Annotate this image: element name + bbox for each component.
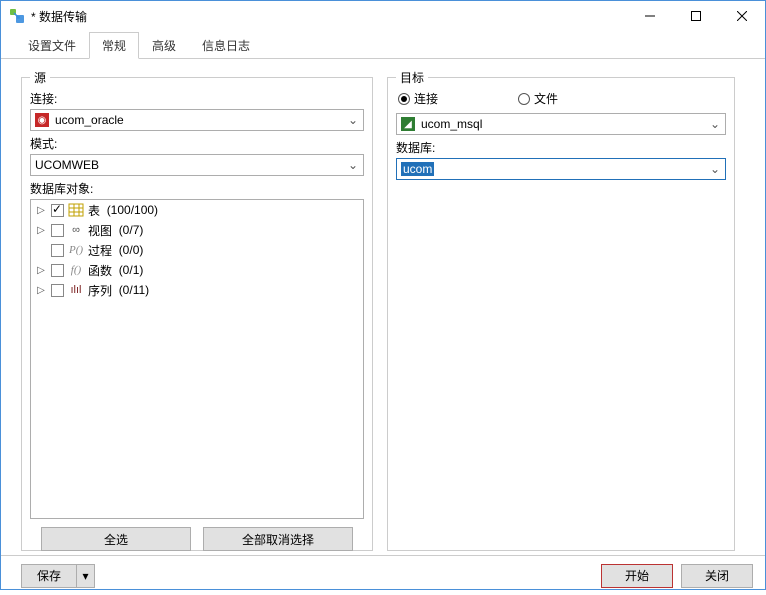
source-schema-value: UCOMWEB — [35, 158, 99, 172]
target-connection-combo[interactable]: ◢ ucom_msql ⌄ — [396, 113, 726, 135]
target-database-value: ucom — [401, 162, 434, 176]
target-database-combo[interactable]: ucom ⌄ — [396, 158, 726, 180]
tree-node-views[interactable]: ▷ ∞ 视图 (0/7) — [31, 220, 363, 240]
chevron-down-icon: ▾ — [82, 569, 88, 583]
radio-label: 文件 — [534, 90, 558, 107]
tree-node-count: (0/1) — [119, 263, 144, 277]
save-button[interactable]: 保存 — [21, 564, 77, 588]
maximize-button[interactable] — [673, 1, 719, 31]
mssql-icon: ◢ — [401, 117, 415, 131]
tab-advanced[interactable]: 高级 — [139, 32, 189, 59]
table-icon — [68, 203, 84, 217]
chevron-down-icon: ⌄ — [343, 113, 363, 127]
source-objects-label: 数据库对象: — [30, 180, 364, 197]
target-connection-value: ucom_msql — [421, 117, 482, 131]
tree-node-tables[interactable]: ▷ 表 (100/100) — [31, 200, 363, 220]
target-mode-connection[interactable]: 连接 — [398, 90, 438, 107]
tree-node-count: (0/0) — [119, 243, 144, 257]
close-button[interactable] — [719, 1, 765, 31]
target-group-title: 目标 — [396, 69, 428, 86]
tree-node-label: 表 — [88, 202, 100, 219]
view-icon: ∞ — [68, 223, 84, 237]
source-connection-label: 连接: — [30, 90, 364, 107]
target-group: 目标 连接 文件 ◢ ucom_msql ⌄ 数据库: ucom ⌄ — [387, 77, 735, 551]
source-connection-value: ucom_oracle — [55, 113, 124, 127]
radio-icon — [518, 93, 530, 105]
source-group-title: 源 — [30, 69, 50, 86]
tab-general[interactable]: 常规 — [89, 32, 139, 59]
target-database-label: 数据库: — [396, 139, 726, 156]
expand-icon[interactable]: ▷ — [35, 285, 47, 296]
oracle-icon: ◉ — [35, 113, 49, 127]
save-dropdown-button[interactable]: ▾ — [77, 564, 95, 588]
title-bar: * 数据传输 — [1, 1, 765, 31]
deselect-all-button[interactable]: 全部取消选择 — [203, 527, 353, 551]
tree-node-count: (0/7) — [119, 223, 144, 237]
source-group: 源 连接: ◉ ucom_oracle ⌄ 模式: UCOMWEB ⌄ 数据库对… — [21, 77, 373, 551]
select-all-button[interactable]: 全选 — [41, 527, 191, 551]
target-mode-file[interactable]: 文件 — [518, 90, 558, 107]
objects-tree[interactable]: ▷ 表 (100/100) ▷ ∞ 视图 (0/7) P() 过程 — [30, 199, 364, 519]
expand-icon[interactable] — [35, 245, 47, 256]
tabs: 设置文件 常规 高级 信息日志 — [1, 31, 765, 59]
tree-node-functions[interactable]: ▷ f() 函数 (0/1) — [31, 260, 363, 280]
source-schema-combo[interactable]: UCOMWEB ⌄ — [30, 154, 364, 176]
tree-node-label: 函数 — [88, 262, 112, 279]
tree-node-label: 序列 — [88, 282, 112, 299]
minimize-button[interactable] — [627, 1, 673, 31]
tree-node-sequences[interactable]: ▷ ılıl 序列 (0/11) — [31, 280, 363, 300]
tree-node-count: (0/11) — [119, 283, 149, 297]
footer: 保存 ▾ 开始 关闭 — [1, 555, 765, 595]
expand-icon[interactable]: ▷ — [35, 225, 47, 236]
source-connection-combo[interactable]: ◉ ucom_oracle ⌄ — [30, 109, 364, 131]
sequence-icon: ılıl — [68, 283, 84, 297]
checkbox[interactable] — [51, 224, 64, 237]
tab-log[interactable]: 信息日志 — [189, 32, 263, 59]
start-button[interactable]: 开始 — [601, 564, 673, 588]
procedure-icon: P() — [68, 243, 84, 257]
function-icon: f() — [68, 263, 84, 277]
app-icon — [9, 8, 25, 24]
close-dialog-button[interactable]: 关闭 — [681, 564, 753, 588]
radio-label: 连接 — [414, 90, 438, 107]
source-schema-label: 模式: — [30, 135, 364, 152]
checkbox[interactable] — [51, 204, 64, 217]
tree-node-label: 视图 — [88, 222, 112, 239]
chevron-down-icon: ⌄ — [705, 162, 725, 176]
expand-icon[interactable]: ▷ — [35, 265, 47, 276]
tree-node-count: (100/100) — [107, 203, 158, 217]
checkbox[interactable] — [51, 264, 64, 277]
window-title: * 数据传输 — [31, 8, 87, 25]
chevron-down-icon: ⌄ — [343, 158, 363, 172]
checkbox[interactable] — [51, 244, 64, 257]
tab-profile[interactable]: 设置文件 — [15, 32, 89, 59]
chevron-down-icon: ⌄ — [705, 117, 725, 131]
tree-node-procedures[interactable]: P() 过程 (0/0) — [31, 240, 363, 260]
checkbox[interactable] — [51, 284, 64, 297]
tree-node-label: 过程 — [88, 242, 112, 259]
expand-icon[interactable]: ▷ — [35, 205, 47, 216]
radio-icon — [398, 93, 410, 105]
